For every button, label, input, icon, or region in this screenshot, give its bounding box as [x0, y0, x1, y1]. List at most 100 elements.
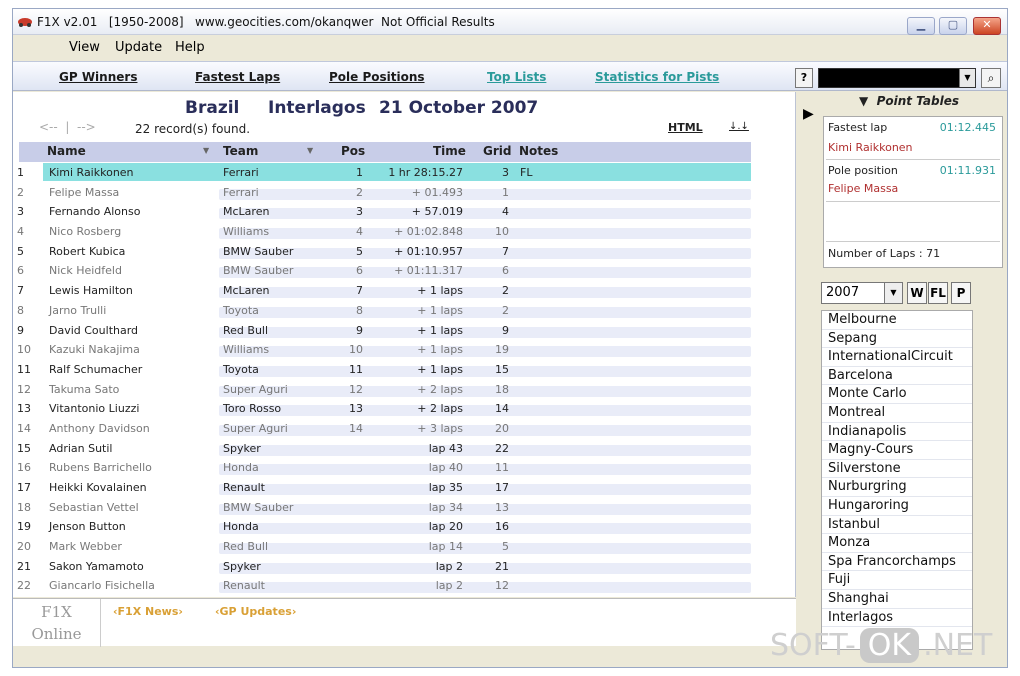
- row-number: 13: [17, 402, 31, 416]
- cell-pos: 7: [356, 284, 363, 298]
- cell-time: lap 2: [435, 579, 463, 593]
- maximize-button[interactable]: ▢: [939, 17, 967, 35]
- circuit-item[interactable]: Hungaroring: [822, 497, 972, 516]
- table-row[interactable]: 22 Giancarlo Fisichella Renault lap 2 12: [13, 576, 796, 596]
- cell-time: + 01:02.848: [394, 225, 463, 239]
- table-row[interactable]: 18 Sebastian Vettel BMW Sauber lap 34 13: [13, 498, 796, 518]
- cell-time: + 3 laps: [417, 421, 463, 435]
- cell-team: Toro Rosso: [223, 402, 282, 416]
- nav-fastest-laps[interactable]: Fastest Laps: [195, 70, 280, 84]
- row-number: 11: [17, 362, 31, 376]
- point-tables-header[interactable]: ▼ Point Tables: [819, 94, 999, 112]
- close-button[interactable]: ✕: [973, 17, 1001, 35]
- row-number: 8: [17, 303, 24, 317]
- col-time[interactable]: Time: [433, 144, 466, 158]
- table-row[interactable]: 9 David Coulthard Red Bull 9 + 1 laps 9: [13, 321, 796, 341]
- cell-pos: 4: [356, 225, 363, 239]
- table-row[interactable]: 10 Kazuki Nakajima Williams 10 + 1 laps 19: [13, 340, 796, 360]
- circuit-item[interactable]: Magny-Cours: [822, 441, 972, 460]
- race-date: 21 October 2007: [379, 98, 539, 118]
- fastest-lap-label: Fastest lap: [828, 121, 888, 134]
- html-export-link[interactable]: HTML: [668, 121, 703, 134]
- cell-name: Kazuki Nakajima: [49, 343, 140, 357]
- year-select[interactable]: 2007 ▼: [821, 282, 903, 304]
- menu-help[interactable]: Help: [175, 40, 205, 55]
- table-row[interactable]: 7 Lewis Hamilton McLaren 7 + 1 laps 2: [13, 281, 796, 301]
- chevron-down-icon[interactable]: ▼: [959, 69, 975, 87]
- circuit-item[interactable]: Barcelona: [822, 367, 972, 386]
- pager-nav[interactable]: <-- | -->: [39, 120, 96, 134]
- circuit-item[interactable]: Interlagos: [822, 609, 972, 628]
- nav-statistics[interactable]: Statistics for Pists: [595, 70, 719, 84]
- circuit-item[interactable]: Istanbul: [822, 516, 972, 535]
- fastest-lap-button[interactable]: FL: [928, 282, 948, 304]
- table-row[interactable]: 16 Rubens Barrichello Honda lap 40 11: [13, 458, 796, 478]
- col-pos[interactable]: Pos: [341, 144, 365, 158]
- help-button[interactable]: ?: [795, 68, 813, 88]
- circuit-item[interactable]: InternationalCircuit: [822, 348, 972, 367]
- gp-updates-link[interactable]: ‹GP Updates›: [215, 605, 296, 618]
- menu-view[interactable]: View: [69, 40, 100, 55]
- sort-icon[interactable]: ↓.↓: [729, 121, 749, 132]
- table-row[interactable]: 2 Felipe Massa Ferrari 2 + 01.493 1: [13, 183, 796, 203]
- col-team[interactable]: Team: [223, 144, 258, 158]
- logo-line-2: Online: [31, 625, 82, 643]
- pole-driver: Felipe Massa: [828, 182, 899, 195]
- table-row[interactable]: 12 Takuma Sato Super Aguri 12 + 2 laps 18: [13, 380, 796, 400]
- circuit-item[interactable]: Sepang: [822, 330, 972, 349]
- table-row[interactable]: 5 Robert Kubica BMW Sauber 5 + 01:10.957 7: [13, 242, 796, 262]
- cell-time: + 01.493: [411, 185, 463, 199]
- search-combo[interactable]: ▼: [818, 68, 976, 88]
- table-row[interactable]: 17 Heikki Kovalainen Renault lap 35 17: [13, 478, 796, 498]
- circuit-item[interactable]: Shanghai: [822, 590, 972, 609]
- table-row[interactable]: 13 Vitantonio Liuzzi Toro Rosso 13 + 2 laps 1…: [13, 399, 796, 419]
- year-value: 2007: [826, 285, 860, 300]
- circuit-item[interactable]: Fuji: [822, 571, 972, 590]
- winners-button[interactable]: W: [907, 282, 927, 304]
- nav-pole-positions[interactable]: Pole Positions: [329, 70, 425, 84]
- cell-grid: 18: [495, 382, 509, 396]
- circuit-item[interactable]: Nurburgring: [822, 478, 972, 497]
- cell-team: Honda: [223, 461, 259, 475]
- table-row[interactable]: 6 Nick Heidfeld BMW Sauber 6 + 01:11.317 6: [13, 261, 796, 281]
- col-grid[interactable]: Grid: [483, 144, 511, 158]
- race-header: Brazil Interlagos 21 October 2007: [13, 96, 796, 122]
- cell-grid: 7: [502, 244, 509, 258]
- window-title: F1X v2.01 [1950-2008] www.geocities.com/…: [37, 15, 495, 29]
- circuit-item[interactable]: Silverstone: [822, 460, 972, 479]
- table-row[interactable]: 19 Jenson Button Honda lap 20 16: [13, 517, 796, 537]
- race-circuit: Interlagos: [268, 98, 366, 118]
- minimize-button[interactable]: ▁: [907, 17, 935, 35]
- chevron-down-icon[interactable]: ▼: [307, 146, 313, 155]
- circuit-item[interactable]: Melbourne: [822, 311, 972, 330]
- table-row[interactable]: 15 Adrian Sutil Spyker lap 43 22: [13, 439, 796, 459]
- cell-team: Honda: [223, 520, 259, 534]
- table-row[interactable]: 14 Anthony Davidson Super Aguri 14 + 3 laps 2…: [13, 419, 796, 439]
- f1x-news-link[interactable]: ‹F1X News›: [113, 605, 183, 618]
- row-number: 20: [17, 540, 31, 554]
- cell-time: + 2 laps: [417, 382, 463, 396]
- table-row[interactable]: 8 Jarno Trulli Toyota 8 + 1 laps 2: [13, 301, 796, 321]
- collapse-arrow-icon[interactable]: ▶: [803, 106, 814, 122]
- chevron-down-icon[interactable]: ▼: [203, 146, 209, 155]
- circuit-item[interactable]: Spa Francorchamps: [822, 553, 972, 572]
- circuit-item[interactable]: Indianapolis: [822, 423, 972, 442]
- table-row[interactable]: 3 Fernando Alonso McLaren 3 + 57.019 4: [13, 202, 796, 222]
- col-notes[interactable]: Notes: [519, 144, 558, 158]
- circuit-item[interactable]: Montreal: [822, 404, 972, 423]
- table-row[interactable]: 20 Mark Webber Red Bull lap 14 5: [13, 537, 796, 557]
- fastest-lap-driver: Kimi Raikkonen: [828, 141, 913, 154]
- circuit-item[interactable]: Monza: [822, 534, 972, 553]
- menu-update[interactable]: Update: [115, 40, 162, 55]
- circuit-item[interactable]: Monte Carlo: [822, 385, 972, 404]
- pole-button[interactable]: P: [951, 282, 971, 304]
- nav-top-lists[interactable]: Top Lists: [487, 70, 546, 84]
- nav-gp-winners[interactable]: GP Winners: [59, 70, 137, 84]
- table-row[interactable]: 4 Nico Rosberg Williams 4 + 01:02.848 10: [13, 222, 796, 242]
- table-row[interactable]: 1 Kimi Raikkonen Ferrari 1 1 hr 28:15.27 3 FL: [13, 163, 796, 183]
- chevron-down-icon[interactable]: ▼: [884, 283, 902, 303]
- table-row[interactable]: 21 Sakon Yamamoto Spyker lap 2 21: [13, 557, 796, 577]
- table-row[interactable]: 11 Ralf Schumacher Toyota 11 + 1 laps 15: [13, 360, 796, 380]
- search-button[interactable]: ⌕: [981, 68, 1001, 88]
- col-name[interactable]: Name: [47, 144, 86, 158]
